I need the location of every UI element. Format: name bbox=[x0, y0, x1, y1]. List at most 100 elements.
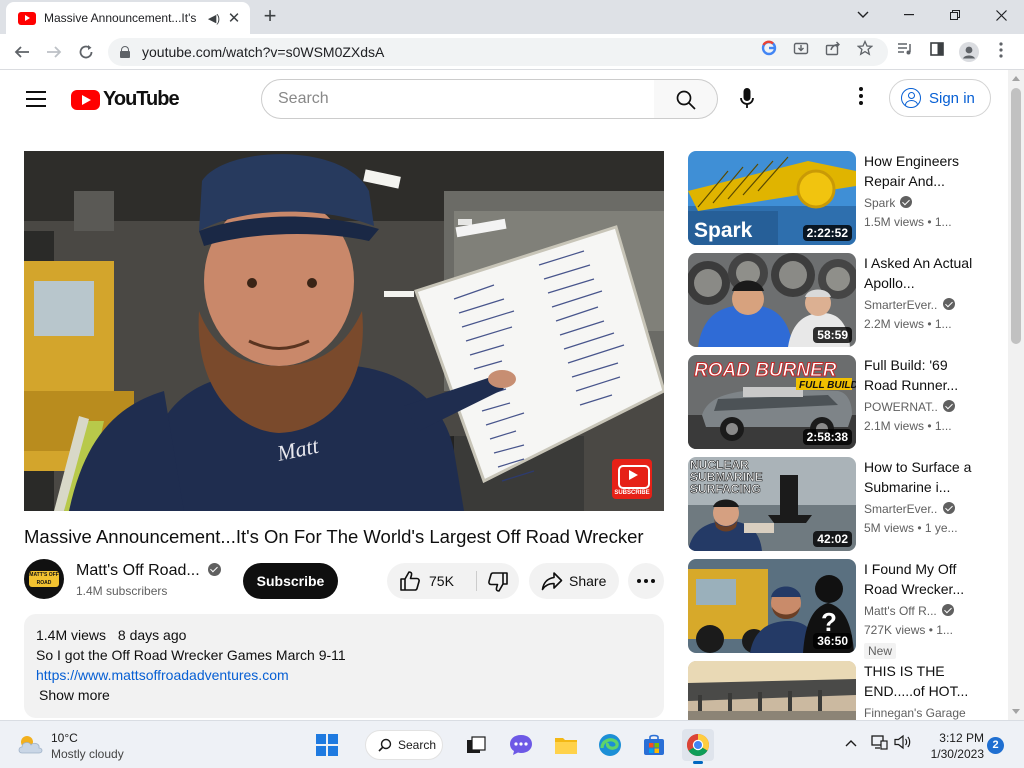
search-input[interactable]: Search bbox=[261, 79, 655, 119]
video-duration: 2:58:38 bbox=[802, 429, 852, 445]
recommendation-title[interactable]: THIS IS THE END.....of HOT... bbox=[864, 661, 974, 701]
file-explorer-icon[interactable] bbox=[550, 729, 582, 761]
scrollbar-thumb[interactable] bbox=[1011, 88, 1021, 344]
search-icon bbox=[378, 738, 392, 752]
tab-strip: Massive Announcement...It's ◀︎) ✕ + bbox=[0, 0, 1024, 34]
guide-menu-icon[interactable] bbox=[26, 91, 46, 107]
channel-badge-text: MATT'S OFF ROAD bbox=[29, 571, 59, 587]
video-player[interactable]: Matt SUBSCRIBE bbox=[24, 151, 664, 511]
volume-icon[interactable] bbox=[894, 734, 912, 753]
recommendation-thumbnail[interactable]: NUCLEAR SUBMARINE SURFACING 42:02 bbox=[688, 457, 856, 551]
subscribe-button[interactable]: Subscribe bbox=[243, 563, 338, 599]
weather-cloud-icon[interactable] bbox=[16, 732, 44, 756]
recommendation-item[interactable]: ROAD BURNER FULL BUILD 2:58:38 Full Buil… bbox=[688, 355, 988, 449]
page-scrollbar[interactable] bbox=[1008, 70, 1024, 720]
recommendation-item[interactable]: NUCLEAR SUBMARINE SURFACING 42:02 How to… bbox=[688, 457, 988, 551]
upload-age: 8 days ago bbox=[117, 627, 187, 643]
thumbs-down-icon bbox=[488, 572, 508, 592]
sign-in-button[interactable]: Sign in bbox=[889, 79, 991, 117]
bookmark-star-icon[interactable] bbox=[856, 39, 874, 58]
share-button[interactable]: Share bbox=[529, 563, 619, 599]
recommendation-channel[interactable]: POWERNAT... bbox=[864, 400, 984, 414]
recommendation-channel[interactable]: Matt's Off R... bbox=[864, 604, 984, 618]
recommendation-title[interactable]: How to Surface a Submarine i... bbox=[864, 457, 974, 497]
browser-tab[interactable]: Massive Announcement...It's ◀︎) ✕ bbox=[6, 2, 250, 34]
tab-search-chevron-icon[interactable] bbox=[840, 0, 886, 30]
install-app-icon[interactable] bbox=[792, 40, 810, 58]
recommendation-title[interactable]: I Asked An Actual Apollo... bbox=[864, 253, 974, 293]
microsoft-store-icon[interactable] bbox=[638, 729, 670, 761]
side-panel-icon[interactable] bbox=[927, 42, 947, 62]
verified-check-icon bbox=[943, 298, 955, 310]
recommendation-title[interactable]: How Engineers Repair And... bbox=[864, 151, 974, 191]
weather-condition[interactable]: Mostly cloudy bbox=[51, 747, 124, 761]
recommendation-title[interactable]: I Found My Off Road Wrecker... bbox=[864, 559, 974, 599]
subscribe-watermark-icon[interactable]: SUBSCRIBE bbox=[612, 459, 652, 499]
tab-close-icon[interactable]: ✕ bbox=[226, 9, 242, 27]
recommendation-stats: 2.2M views • 1... bbox=[864, 317, 952, 331]
description-box[interactable]: 1.4M views 8 days ago So I got the Off R… bbox=[24, 614, 664, 718]
recommendation-channel[interactable]: Spark bbox=[864, 196, 984, 210]
weather-temperature[interactable]: 10°C bbox=[51, 731, 78, 745]
recommendation-thumbnail[interactable]: ROAD BURNER FULL BUILD 2:58:38 bbox=[688, 355, 856, 449]
lock-icon[interactable] bbox=[120, 46, 130, 58]
edge-browser-icon[interactable] bbox=[594, 729, 626, 761]
youtube-masthead: YouTube Search Sign in bbox=[0, 70, 1008, 128]
recommendation-item[interactable]: 58:59 I Asked An Actual Apollo... Smarte… bbox=[688, 253, 988, 347]
windows-start-icon[interactable] bbox=[311, 729, 343, 761]
youtube-logo[interactable]: YouTube bbox=[71, 88, 180, 111]
google-lens-icon[interactable] bbox=[760, 40, 778, 58]
tray-overflow-chevron-icon[interactable] bbox=[845, 735, 857, 750]
network-icon[interactable] bbox=[870, 734, 888, 753]
channel-name[interactable]: Matt's Off Road... bbox=[76, 562, 221, 580]
recommendation-thumbnail[interactable]: ? 36:50 bbox=[688, 559, 856, 653]
show-more-button[interactable]: Show more bbox=[39, 687, 652, 707]
tab-title: Massive Announcement...It's bbox=[44, 11, 197, 25]
profile-avatar-icon[interactable] bbox=[959, 42, 979, 62]
channel-avatar[interactable]: MATT'S OFF ROAD bbox=[24, 559, 64, 599]
description-meta: 1.4M views 8 days ago bbox=[36, 627, 652, 647]
settings-menu-icon[interactable] bbox=[852, 87, 870, 111]
browser-menu-icon[interactable] bbox=[991, 42, 1011, 62]
recommendation-thumbnail[interactable]: 58:59 bbox=[688, 253, 856, 347]
recommendation-item[interactable]: ? 36:50 I Found My Off Road Wrecker... M… bbox=[688, 559, 988, 659]
verified-check-icon bbox=[943, 502, 955, 514]
browser-toolbar: youtube.com/watch?v=s0WSM0ZXdsA bbox=[0, 34, 1024, 70]
taskbar-clock[interactable]: 3:12 PM 1/30/2023 bbox=[922, 730, 984, 762]
recommendation-channel[interactable]: SmarterEver... bbox=[864, 502, 984, 516]
like-button[interactable]: 75K bbox=[387, 563, 473, 599]
recommendation-channel[interactable]: Finnegan's Garage bbox=[864, 706, 974, 720]
search-button[interactable] bbox=[654, 79, 718, 119]
taskbar-search[interactable]: Search bbox=[365, 730, 443, 760]
chrome-browser-icon[interactable] bbox=[682, 729, 714, 764]
forward-button[interactable] bbox=[42, 40, 66, 64]
media-controls-icon[interactable] bbox=[895, 42, 915, 62]
close-window-button[interactable] bbox=[978, 0, 1024, 30]
audio-playing-icon[interactable]: ◀︎) bbox=[208, 12, 220, 25]
recommendation-title[interactable]: Full Build: '69 Road Runner... bbox=[864, 355, 974, 395]
verified-check-icon bbox=[941, 604, 954, 616]
recommendation-thumbnail[interactable]: Spark 2:22:52 bbox=[688, 151, 856, 245]
back-button[interactable] bbox=[10, 40, 34, 64]
recommendation-channel[interactable]: SmarterEver... bbox=[864, 298, 984, 312]
minimize-button[interactable] bbox=[886, 0, 932, 30]
voice-search-button[interactable] bbox=[731, 83, 763, 115]
description-link[interactable]: https://www.mattsoffroadadventures.com bbox=[36, 667, 289, 683]
notification-count-badge[interactable]: 2 bbox=[987, 737, 1004, 754]
dislike-button[interactable] bbox=[477, 563, 519, 599]
task-view-icon[interactable] bbox=[460, 729, 492, 761]
recommendation-item[interactable]: Spark 2:22:52 How Engineers Repair And..… bbox=[688, 151, 988, 245]
restore-button[interactable] bbox=[932, 0, 978, 30]
new-tab-button[interactable]: + bbox=[258, 5, 282, 29]
more-actions-button[interactable] bbox=[628, 563, 664, 599]
verified-check-icon bbox=[207, 563, 221, 576]
recommendation-thumbnail[interactable] bbox=[688, 661, 856, 720]
recommendation-item[interactable]: THIS IS THE END.....of HOT... Finnegan's… bbox=[688, 661, 988, 720]
reload-button[interactable] bbox=[74, 40, 98, 64]
chat-app-icon[interactable] bbox=[505, 729, 537, 761]
share-page-icon[interactable] bbox=[824, 40, 842, 58]
subscriber-count: 1.4M subscribers bbox=[76, 584, 168, 598]
scroll-up-arrow-icon[interactable] bbox=[1012, 76, 1020, 81]
thumb-text-line: SURFACING bbox=[690, 482, 761, 496]
scroll-down-arrow-icon[interactable] bbox=[1012, 709, 1020, 714]
